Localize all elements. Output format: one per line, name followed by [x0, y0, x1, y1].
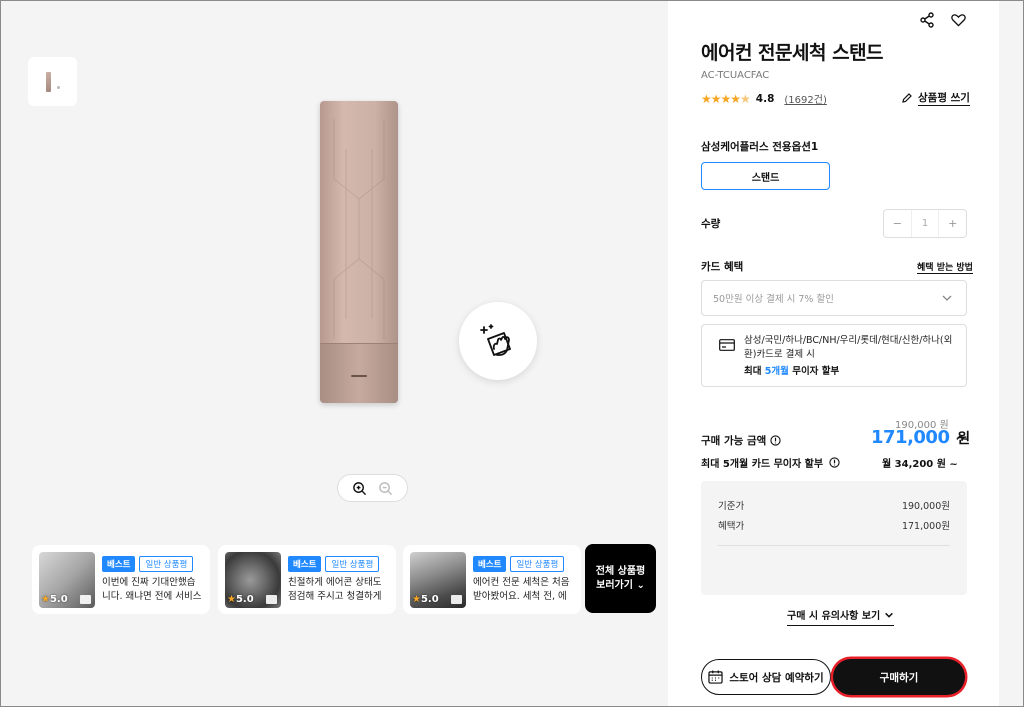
calendar-icon [708, 670, 723, 684]
breakdown-row: 혜택가 171,000원 [718, 521, 950, 532]
price-label: 구매 가능 금액 [701, 433, 781, 448]
product-info-panel: 에어컨 전문세척 스탠드 AC-TCUACFAC ★★★★★ 4.8 (1692… [669, 1, 999, 706]
quantity-stepper: − 1 + [883, 209, 967, 238]
installment-label: 최대 5개월 카드 무이자 할부 [701, 455, 840, 470]
write-review-button[interactable]: 상품평 쓰기 [901, 90, 970, 106]
brand-logo [351, 375, 367, 377]
review-text: 이번에 진짜 기대안했습니다. 왜냐면 전에 서비스 받... [102, 577, 202, 602]
review-photo: ★5.0 [39, 552, 95, 608]
quantity-decrease-button[interactable]: − [884, 217, 911, 230]
scrollbar[interactable] [999, 1, 1023, 706]
option-label: 삼성케어플러스 전용옵션1 [701, 141, 819, 153]
photo-count-icon [80, 595, 91, 604]
breakdown-row: 기준가 190,000원 [718, 501, 950, 512]
review-photo: ★5.0 [225, 552, 281, 608]
review-type-badge: 일반 상품평 [139, 556, 194, 572]
gallery-thumbnail[interactable] [28, 57, 77, 106]
review-type-badge: 일반 상품평 [325, 556, 380, 572]
review-count-link[interactable]: (1692건) [784, 91, 826, 106]
chevron-down-icon: ⌄ [636, 579, 645, 591]
info-icon [770, 435, 781, 446]
installment-info: 최대 5개월 무이자 할부 [744, 366, 840, 377]
review-text: 에어컨 전문 세척은 처음 받아봤어요. 세척 전, 에어컨 ... [473, 577, 570, 602]
review-card[interactable]: ★5.0 베스트 일반 상품평 이번에 진짜 기대안했습니다. 왜냐면 전에 서… [32, 545, 210, 614]
rating-score: 4.8 [755, 92, 775, 105]
review-type-badge: 일반 상품평 [510, 556, 565, 572]
card-info-box: 삼성/국민/하나/BC/NH/우리/롯데/현대/신한/하나(외환)카드로 결제 … [701, 324, 967, 387]
zoom-control [337, 474, 408, 502]
option-stand-button[interactable]: 스탠드 [701, 162, 830, 190]
product-title: 에어컨 전문세척 스탠드 [701, 42, 884, 64]
share-icon[interactable] [917, 10, 937, 30]
best-badge: 베스트 [288, 556, 322, 572]
buy-button[interactable]: 구매하기 [833, 659, 965, 695]
purchase-notice-link[interactable]: 구매 시 유의사항 보기 [787, 607, 895, 626]
chevron-up-icon[interactable] [955, 432, 966, 443]
zoom-in-icon[interactable] [351, 480, 367, 496]
best-badge: 베스트 [473, 556, 507, 572]
heart-icon[interactable] [948, 10, 968, 30]
review-text: 친절하게 에어콘 상태도 점검해 주시고 청결하게 사... [288, 577, 382, 602]
price-breakdown: 기준가 190,000원 혜택가 171,000원 [701, 481, 967, 595]
product-gallery: ★5.0 베스트 일반 상품평 이번에 진짜 기대안했습니다. 왜냐면 전에 서… [1, 1, 668, 706]
best-badge: 베스트 [102, 556, 136, 572]
photo-count-icon [266, 595, 277, 604]
quantity-input[interactable]: 1 [910, 210, 940, 237]
star-icon: ★ [41, 594, 50, 605]
chevron-down-icon [885, 612, 894, 618]
star-icon: ★ [412, 594, 421, 605]
monthly-installment: 월 34,200 원 ~ [882, 459, 958, 470]
pencil-icon [902, 93, 912, 103]
benefit-how-link[interactable]: 혜택 받는 방법 [917, 260, 973, 274]
credit-card-icon [719, 339, 735, 351]
zoom-out-icon[interactable] [378, 480, 394, 496]
star-icon: ★ [227, 594, 236, 605]
model-number: AC-TCUACFAC [701, 70, 770, 81]
info-icon [829, 457, 840, 468]
thumbnail-image [45, 71, 51, 92]
store-consult-button[interactable]: 스토어 상담 예약하기 [701, 659, 831, 695]
card-benefit-label: 카드 혜택 [701, 261, 744, 273]
photo-count-icon [451, 595, 462, 604]
card-benefit-select[interactable]: 50만원 이상 결제 시 7% 할인 [701, 280, 967, 316]
review-card[interactable]: ★5.0 베스트 일반 상품평 친절하게 에어콘 상태도 점검해 주시고 청결하… [218, 545, 396, 614]
star-rating-icon: ★★★★★ [701, 91, 751, 106]
review-photo: ★5.0 [410, 552, 466, 608]
quantity-increase-button[interactable]: + [939, 217, 966, 230]
rating-summary: ★★★★★ 4.8 (1692건) [701, 91, 827, 107]
view-all-reviews-button[interactable]: 전체 상품평 보러가기 ⌄ [585, 544, 656, 613]
review-card[interactable]: ★5.0 베스트 일반 상품평 에어컨 전문 세척은 처음 받아봤어요. 세척 … [403, 545, 581, 614]
chevron-down-icon [942, 295, 952, 301]
product-image-air-conditioner [320, 101, 398, 403]
quantity-label: 수량 [701, 218, 721, 230]
card-list-text: 삼성/국민/하나/BC/NH/우리/롯데/현대/신한/하나(외환)카드로 결제 … [744, 335, 953, 360]
cleaning-icon [459, 302, 537, 380]
